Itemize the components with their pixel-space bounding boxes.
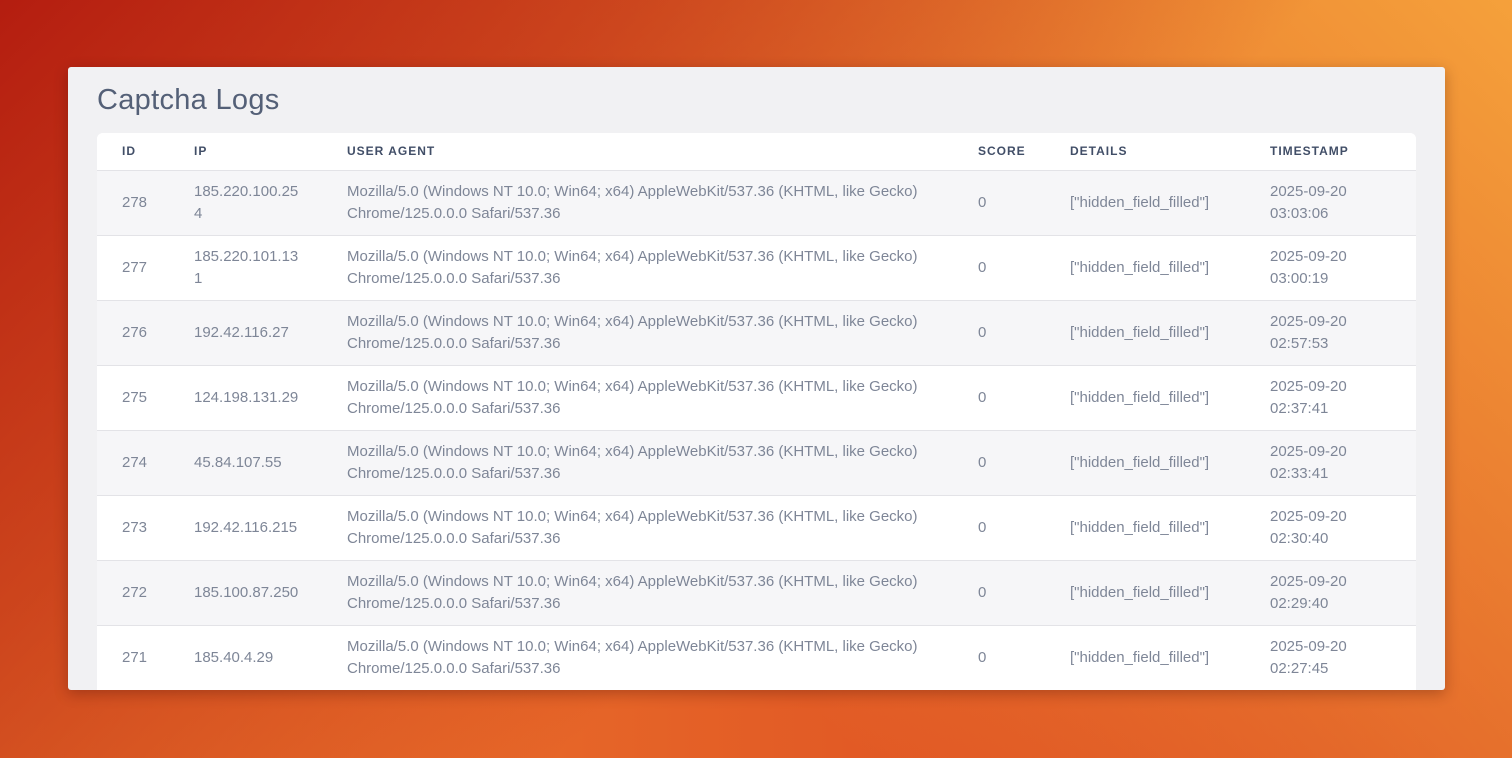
cell-id: 275 <box>97 365 169 430</box>
cell-score: 0 <box>953 495 1045 560</box>
cell-user-agent: Mozilla/5.0 (Windows NT 10.0; Win64; x64… <box>322 430 953 495</box>
cell-timestamp: 2025-09-20 02:37:41 <box>1245 365 1416 430</box>
table-row: 276 192.42.116.27 Mozilla/5.0 (Windows N… <box>97 300 1416 365</box>
column-header-ip: IP <box>169 133 322 170</box>
cell-user-agent: Mozilla/5.0 (Windows NT 10.0; Win64; x64… <box>322 300 953 365</box>
cell-details: ["hidden_field_filled"] <box>1045 300 1245 365</box>
table-row: 273 192.42.116.215 Mozilla/5.0 (Windows … <box>97 495 1416 560</box>
cell-timestamp: 2025-09-20 02:33:41 <box>1245 430 1416 495</box>
cell-id: 278 <box>97 170 169 235</box>
cell-details: ["hidden_field_filled"] <box>1045 625 1245 690</box>
table-row: 272 185.100.87.250 Mozilla/5.0 (Windows … <box>97 560 1416 625</box>
column-header-timestamp: TIMESTAMP <box>1245 133 1416 170</box>
cell-id: 274 <box>97 430 169 495</box>
captcha-logs-card: Captcha Logs ID IP USER AGENT SCORE DETA… <box>68 67 1445 690</box>
page-title: Captcha Logs <box>97 84 1445 117</box>
captcha-logs-table-container: ID IP USER AGENT SCORE DETAILS TIMESTAMP… <box>97 133 1416 690</box>
cell-ip: 185.220.100.254 <box>169 170 322 235</box>
cell-timestamp: 2025-09-20 03:00:19 <box>1245 235 1416 300</box>
cell-timestamp: 2025-09-20 03:03:06 <box>1245 170 1416 235</box>
cell-id: 276 <box>97 300 169 365</box>
cell-ip: 192.42.116.215 <box>169 495 322 560</box>
cell-score: 0 <box>953 625 1045 690</box>
cell-timestamp: 2025-09-20 02:29:40 <box>1245 560 1416 625</box>
table-header-row: ID IP USER AGENT SCORE DETAILS TIMESTAMP <box>97 133 1416 170</box>
cell-details: ["hidden_field_filled"] <box>1045 430 1245 495</box>
cell-ip: 45.84.107.55 <box>169 430 322 495</box>
column-header-details: DETAILS <box>1045 133 1245 170</box>
table-row: 277 185.220.101.131 Mozilla/5.0 (Windows… <box>97 235 1416 300</box>
cell-details: ["hidden_field_filled"] <box>1045 560 1245 625</box>
cell-score: 0 <box>953 560 1045 625</box>
cell-user-agent: Mozilla/5.0 (Windows NT 10.0; Win64; x64… <box>322 365 953 430</box>
cell-timestamp: 2025-09-20 02:30:40 <box>1245 495 1416 560</box>
cell-ip: 185.220.101.131 <box>169 235 322 300</box>
cell-ip: 185.40.4.29 <box>169 625 322 690</box>
captcha-logs-table: ID IP USER AGENT SCORE DETAILS TIMESTAMP… <box>97 133 1416 690</box>
cell-user-agent: Mozilla/5.0 (Windows NT 10.0; Win64; x64… <box>322 560 953 625</box>
cell-timestamp: 2025-09-20 02:57:53 <box>1245 300 1416 365</box>
cell-id: 273 <box>97 495 169 560</box>
cell-details: ["hidden_field_filled"] <box>1045 495 1245 560</box>
cell-details: ["hidden_field_filled"] <box>1045 365 1245 430</box>
cell-id: 272 <box>97 560 169 625</box>
cell-score: 0 <box>953 235 1045 300</box>
cell-ip: 192.42.116.27 <box>169 300 322 365</box>
cell-timestamp: 2025-09-20 02:27:45 <box>1245 625 1416 690</box>
cell-id: 271 <box>97 625 169 690</box>
cell-user-agent: Mozilla/5.0 (Windows NT 10.0; Win64; x64… <box>322 170 953 235</box>
cell-details: ["hidden_field_filled"] <box>1045 170 1245 235</box>
cell-ip: 124.198.131.29 <box>169 365 322 430</box>
column-header-user-agent: USER AGENT <box>322 133 953 170</box>
cell-score: 0 <box>953 300 1045 365</box>
cell-user-agent: Mozilla/5.0 (Windows NT 10.0; Win64; x64… <box>322 235 953 300</box>
cell-user-agent: Mozilla/5.0 (Windows NT 10.0; Win64; x64… <box>322 625 953 690</box>
cell-score: 0 <box>953 170 1045 235</box>
cell-score: 0 <box>953 365 1045 430</box>
table-row: 275 124.198.131.29 Mozilla/5.0 (Windows … <box>97 365 1416 430</box>
cell-id: 277 <box>97 235 169 300</box>
cell-details: ["hidden_field_filled"] <box>1045 235 1245 300</box>
cell-score: 0 <box>953 430 1045 495</box>
cell-ip: 185.100.87.250 <box>169 560 322 625</box>
table-row: 278 185.220.100.254 Mozilla/5.0 (Windows… <box>97 170 1416 235</box>
column-header-id: ID <box>97 133 169 170</box>
cell-user-agent: Mozilla/5.0 (Windows NT 10.0; Win64; x64… <box>322 495 953 560</box>
column-header-score: SCORE <box>953 133 1045 170</box>
table-row: 271 185.40.4.29 Mozilla/5.0 (Windows NT … <box>97 625 1416 690</box>
table-row: 274 45.84.107.55 Mozilla/5.0 (Windows NT… <box>97 430 1416 495</box>
